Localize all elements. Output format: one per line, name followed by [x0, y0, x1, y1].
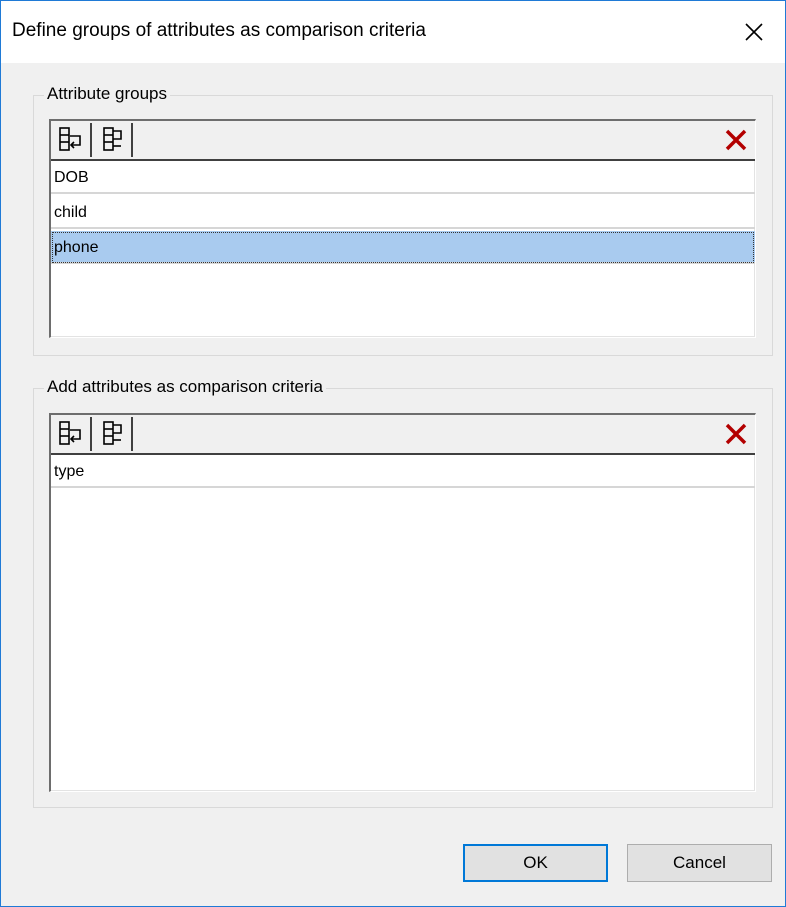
list-item[interactable]: DOB — [51, 161, 755, 194]
attribute-groups-list[interactable]: DOB child phone — [49, 119, 756, 338]
insert-row-button[interactable] — [51, 123, 92, 157]
attribute-groups-box: Attribute groups DOB child phone — [33, 84, 773, 356]
comparison-attributes-legend: Add attributes as comparison criteria — [44, 377, 326, 397]
dialog-window: Define groups of attributes as compariso… — [0, 0, 786, 907]
attribute-groups-legend: Attribute groups — [44, 84, 171, 104]
ok-button[interactable]: OK — [463, 844, 608, 882]
list-item[interactable]: child — [51, 196, 755, 229]
comparison-attributes-box: Add attributes as comparison criteria ty… — [33, 377, 773, 808]
delete-icon — [725, 423, 747, 445]
insert-row-icon — [58, 421, 81, 445]
insert-row-icon — [58, 127, 81, 151]
list-item[interactable]: type — [51, 455, 755, 488]
append-row-icon — [102, 127, 122, 151]
append-row-button[interactable] — [92, 417, 133, 451]
delete-icon — [725, 129, 747, 151]
close-icon — [745, 23, 763, 41]
delete-button[interactable] — [719, 417, 753, 451]
insert-row-button[interactable] — [51, 417, 92, 451]
comparison-attributes-toolbar — [51, 415, 755, 455]
append-row-button[interactable] — [92, 123, 133, 157]
append-row-icon — [102, 421, 122, 445]
cancel-button[interactable]: Cancel — [627, 844, 772, 882]
close-button[interactable] — [723, 1, 785, 63]
delete-button[interactable] — [719, 123, 753, 157]
attribute-groups-toolbar — [51, 121, 755, 161]
dialog-title: Define groups of attributes as compariso… — [12, 20, 426, 41]
comparison-attributes-list[interactable]: type — [49, 413, 756, 792]
list-item-selected[interactable]: phone — [51, 231, 755, 264]
title-bar: Define groups of attributes as compariso… — [1, 1, 785, 63]
